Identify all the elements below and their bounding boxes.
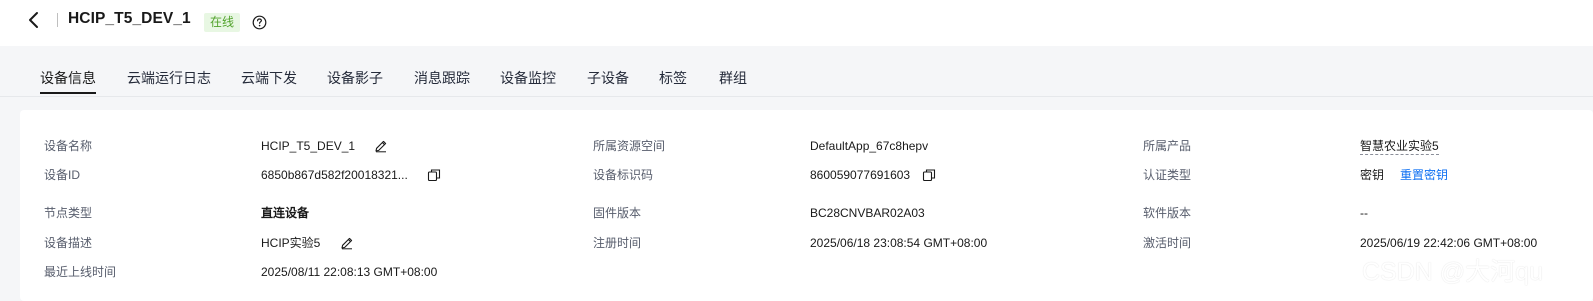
activated-value: 2025/06/19 22:42:06 GMT+08:00 (1360, 236, 1538, 250)
device-name-label: 设备名称 (44, 139, 93, 153)
edit-name-icon[interactable] (374, 139, 388, 158)
tab-device-monitor[interactable]: 设备监控 (500, 68, 556, 88)
activated-label: 激活时间 (1143, 236, 1192, 250)
reset-secret-link[interactable]: 重置密钥 (1400, 168, 1448, 182)
software-value: -- (1360, 206, 1368, 220)
product-link[interactable]: 智慧农业实验5 (1360, 139, 1439, 155)
product-label: 所属产品 (1143, 139, 1192, 153)
page-title: HCIP_T5_DEV_1 (68, 10, 191, 27)
device-info-card: 设备名称 HCIP_T5_DEV_1 设备ID 6850b867d582f200… (20, 110, 1593, 301)
registered-label: 注册时间 (593, 236, 642, 250)
last-online-label: 最近上线时间 (44, 265, 117, 279)
page-header: HCIP_T5_DEV_1 在线 (0, 0, 1593, 46)
node-type-value: 直连设备 (261, 206, 310, 220)
firmware-value: BC28CNVBAR02A03 (810, 206, 925, 220)
device-id-label: 设备ID (44, 168, 81, 182)
tab-cloud-delivery[interactable]: 云端下发 (241, 68, 297, 88)
device-name-value: HCIP_T5_DEV_1 (261, 139, 356, 153)
tab-bar: 设备信息 云端运行日志 云端下发 设备影子 消息跟踪 设备监控 子设备 标签 群… (0, 48, 1593, 97)
copy-device-id-icon[interactable] (427, 168, 441, 187)
header-divider (57, 13, 58, 27)
status-badge: 在线 (204, 13, 241, 32)
tab-sub-devices[interactable]: 子设备 (587, 68, 629, 88)
tab-cloud-run-log[interactable]: 云端运行日志 (127, 68, 211, 88)
last-online-value: 2025/08/11 22:08:13 GMT+08:00 (261, 265, 438, 279)
auth-type-label: 认证类型 (1143, 168, 1192, 182)
node-id-label: 设备标识码 (593, 168, 654, 182)
resource-space-value: DefaultApp_67c8hepv (810, 139, 929, 153)
auth-type-value: 密钥 (1360, 168, 1385, 182)
firmware-label: 固件版本 (593, 206, 642, 220)
software-label: 软件版本 (1143, 206, 1192, 220)
back-icon[interactable] (25, 9, 45, 31)
tab-device-shadow[interactable]: 设备影子 (327, 68, 383, 88)
node-type-label: 节点类型 (44, 206, 93, 220)
help-icon[interactable] (252, 15, 267, 30)
tab-message-trace[interactable]: 消息跟踪 (414, 68, 470, 88)
node-id-value: 860059077691603 (810, 168, 911, 182)
tab-device-info[interactable]: 设备信息 (40, 68, 96, 88)
registered-value: 2025/06/18 23:08:54 GMT+08:00 (810, 236, 988, 250)
edit-desc-icon[interactable] (340, 236, 354, 255)
tab-groups[interactable]: 群组 (719, 68, 747, 88)
device-id-value: 6850b867d582f20018321... (261, 168, 408, 182)
device-desc-value: HCIP实验5 (261, 236, 321, 250)
active-tab-indicator (40, 92, 96, 94)
watermark: CSDN @大河qu (1362, 258, 1543, 286)
resource-space-label: 所属资源空间 (593, 139, 666, 153)
device-desc-label: 设备描述 (44, 236, 93, 250)
tab-tags[interactable]: 标签 (659, 68, 687, 88)
copy-node-id-icon[interactable] (922, 168, 936, 187)
